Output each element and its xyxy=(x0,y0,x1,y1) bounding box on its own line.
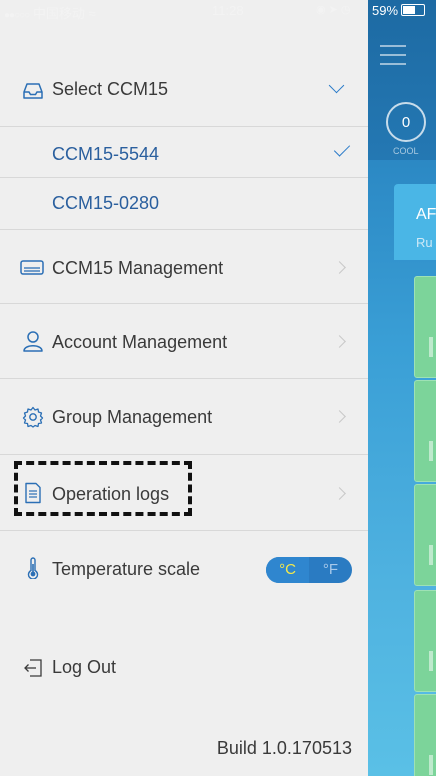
account-management-label: Account Management xyxy=(52,332,228,352)
chevron-down-icon xyxy=(328,77,345,94)
unit-tile[interactable] xyxy=(414,380,436,482)
room-panel-title: AF xyxy=(416,206,436,223)
hamburger-icon[interactable] xyxy=(380,45,406,72)
device-item-ccm15-0280[interactable]: CCM15-0280 xyxy=(0,178,368,229)
carrier-name: 中国移动 xyxy=(32,6,85,21)
temperature-scale-toggle[interactable]: °C °F xyxy=(266,557,352,583)
device-item-ccm15-5544[interactable]: CCM15-5544 xyxy=(0,127,368,178)
checkmark-icon xyxy=(333,140,351,157)
ccm15-management-item[interactable]: CCM15 Management xyxy=(0,229,368,304)
ac-unit-icon xyxy=(20,260,44,275)
signal-dots: ●●○○○ xyxy=(4,10,30,21)
unit-tile[interactable] xyxy=(414,694,436,776)
chevron-right-icon xyxy=(333,335,346,348)
background-app: 0 COOL AF Ru xyxy=(368,0,436,776)
battery-indicator: 59% xyxy=(372,3,426,18)
side-drawer: Select CCM15 CCM15-5544 CCM15-0280 CCM15… xyxy=(0,0,368,776)
status-bar: ●●○○○ 中国移动 ≈ 11:28 ◉ ➤ ◷ 59% xyxy=(0,0,436,22)
logout-item[interactable]: Log Out xyxy=(0,640,368,696)
account-management-item[interactable]: Account Management xyxy=(0,304,368,379)
group-management-item[interactable]: Group Management xyxy=(0,379,368,455)
status-icons: ◉ ➤ ◷ xyxy=(316,4,351,16)
unit-tile[interactable] xyxy=(414,484,436,586)
room-panel-subtitle: Ru xyxy=(416,235,433,250)
ccm15-management-label: CCM15 Management xyxy=(52,258,224,278)
device-label: CCM15-5544 xyxy=(52,144,160,164)
battery-icon xyxy=(401,4,426,16)
background-header: 0 COOL xyxy=(368,0,436,160)
logout-label: Log Out xyxy=(52,657,117,677)
inbox-icon xyxy=(23,83,43,99)
thermometer-icon xyxy=(27,557,39,579)
select-ccm15-label: Select CCM15 xyxy=(52,79,169,99)
chevron-right-icon xyxy=(333,487,346,500)
chevron-right-icon xyxy=(333,410,346,423)
user-icon xyxy=(23,331,43,352)
battery-percent: 59% xyxy=(372,3,399,18)
status-time: 11:28 xyxy=(212,3,244,18)
carrier-info: ●●○○○ 中国移动 ≈ xyxy=(4,3,96,22)
temperature-scale-label: Temperature scale xyxy=(52,559,201,579)
highlight-box xyxy=(14,461,192,516)
build-version: Build 1.0.170513 xyxy=(216,738,352,758)
group-management-label: Group Management xyxy=(52,407,213,427)
select-ccm15-row[interactable]: Select CCM15 xyxy=(0,54,368,127)
unit-tile[interactable] xyxy=(414,590,436,692)
wifi-icon: ≈ xyxy=(88,6,96,21)
logout-icon xyxy=(24,659,42,677)
celsius-option[interactable]: °C xyxy=(266,557,309,583)
unit-tile[interactable] xyxy=(414,276,436,378)
fahrenheit-option[interactable]: °F xyxy=(309,557,352,583)
mode-label: COOL xyxy=(393,146,419,156)
mode-indicator[interactable]: 0 xyxy=(386,102,426,142)
gear-icon xyxy=(22,406,44,428)
device-label: CCM15-0280 xyxy=(52,193,160,213)
chevron-right-icon xyxy=(333,261,346,274)
